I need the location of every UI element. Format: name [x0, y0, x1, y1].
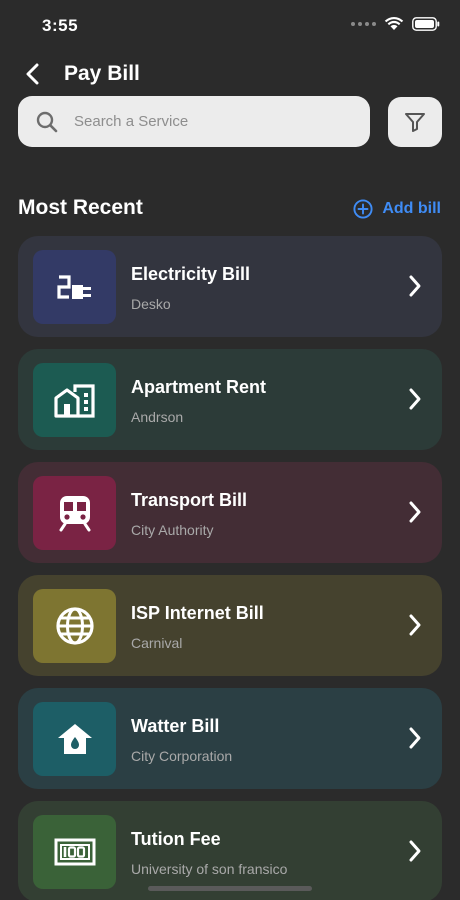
bill-provider: University of son fransico — [131, 861, 288, 877]
chevron-right-icon — [409, 840, 421, 862]
bill-provider: City Authority — [131, 522, 214, 538]
bill-icon-box — [33, 589, 116, 663]
back-arrow-icon — [26, 63, 39, 85]
apartment-icon — [53, 384, 95, 418]
wifi-icon — [384, 16, 404, 30]
chevron-right-icon — [409, 727, 421, 749]
status-icons — [351, 16, 440, 31]
search-icon — [36, 111, 58, 132]
school-fee-icon — [54, 838, 95, 866]
bill-icon-box — [33, 250, 116, 324]
battery-icon — [412, 16, 440, 31]
header: Pay Bill — [18, 58, 140, 90]
bill-icon-box — [33, 702, 116, 776]
train-icon — [59, 496, 90, 532]
signal-dots-icon — [351, 21, 376, 26]
bill-item-transport[interactable]: Transport Bill City Authority — [18, 462, 442, 563]
bill-icon-box — [33, 363, 116, 437]
section-title: Most Recent — [18, 196, 143, 219]
bill-name: ISP Internet Bill — [131, 603, 264, 623]
bill-item-water[interactable]: Watter Bill City Corporation — [18, 688, 442, 789]
bill-name: Electricity Bill — [131, 264, 251, 284]
add-bill-button[interactable]: Add bill — [353, 199, 441, 219]
bill-name: Apartment Rent — [131, 377, 267, 397]
bill-provider: City Corporation — [131, 748, 233, 764]
electric-plug-icon — [56, 275, 91, 299]
bill-provider: Desko — [131, 296, 171, 312]
bill-item-apartment[interactable]: Apartment Rent Andrson — [18, 349, 442, 450]
bill-provider: Andrson — [131, 409, 184, 425]
status-bar: 3:55 — [0, 0, 460, 52]
filter-button[interactable] — [388, 97, 442, 147]
search-bar[interactable] — [18, 96, 370, 147]
add-bill-label: Add bill — [382, 200, 441, 217]
chevron-right-icon — [409, 614, 421, 636]
bill-item-electricity[interactable]: Electricity Bill Desko — [18, 236, 442, 337]
bill-item-isp[interactable]: ISP Internet Bill Carnival — [18, 575, 442, 676]
filter-icon — [405, 113, 425, 132]
bill-list: Electricity Bill Desko Apartment Rent An… — [18, 236, 442, 900]
plus-circle-icon — [353, 199, 373, 219]
water-house-icon — [57, 724, 92, 754]
chevron-right-icon — [409, 501, 421, 523]
bill-icon-box — [33, 476, 116, 550]
search-input[interactable] — [74, 113, 334, 130]
globe-icon — [55, 607, 94, 645]
bill-provider: Carnival — [131, 635, 183, 651]
home-indicator[interactable] — [148, 886, 312, 891]
chevron-right-icon — [409, 275, 421, 297]
chevron-right-icon — [409, 388, 421, 410]
status-time: 3:55 — [42, 16, 79, 35]
bill-name: Tution Fee — [131, 829, 221, 849]
page-title: Pay Bill — [64, 62, 140, 85]
back-button[interactable] — [18, 59, 48, 89]
bill-name: Transport Bill — [131, 490, 248, 510]
bill-name: Watter Bill — [131, 716, 220, 736]
bill-icon-box — [33, 815, 116, 889]
